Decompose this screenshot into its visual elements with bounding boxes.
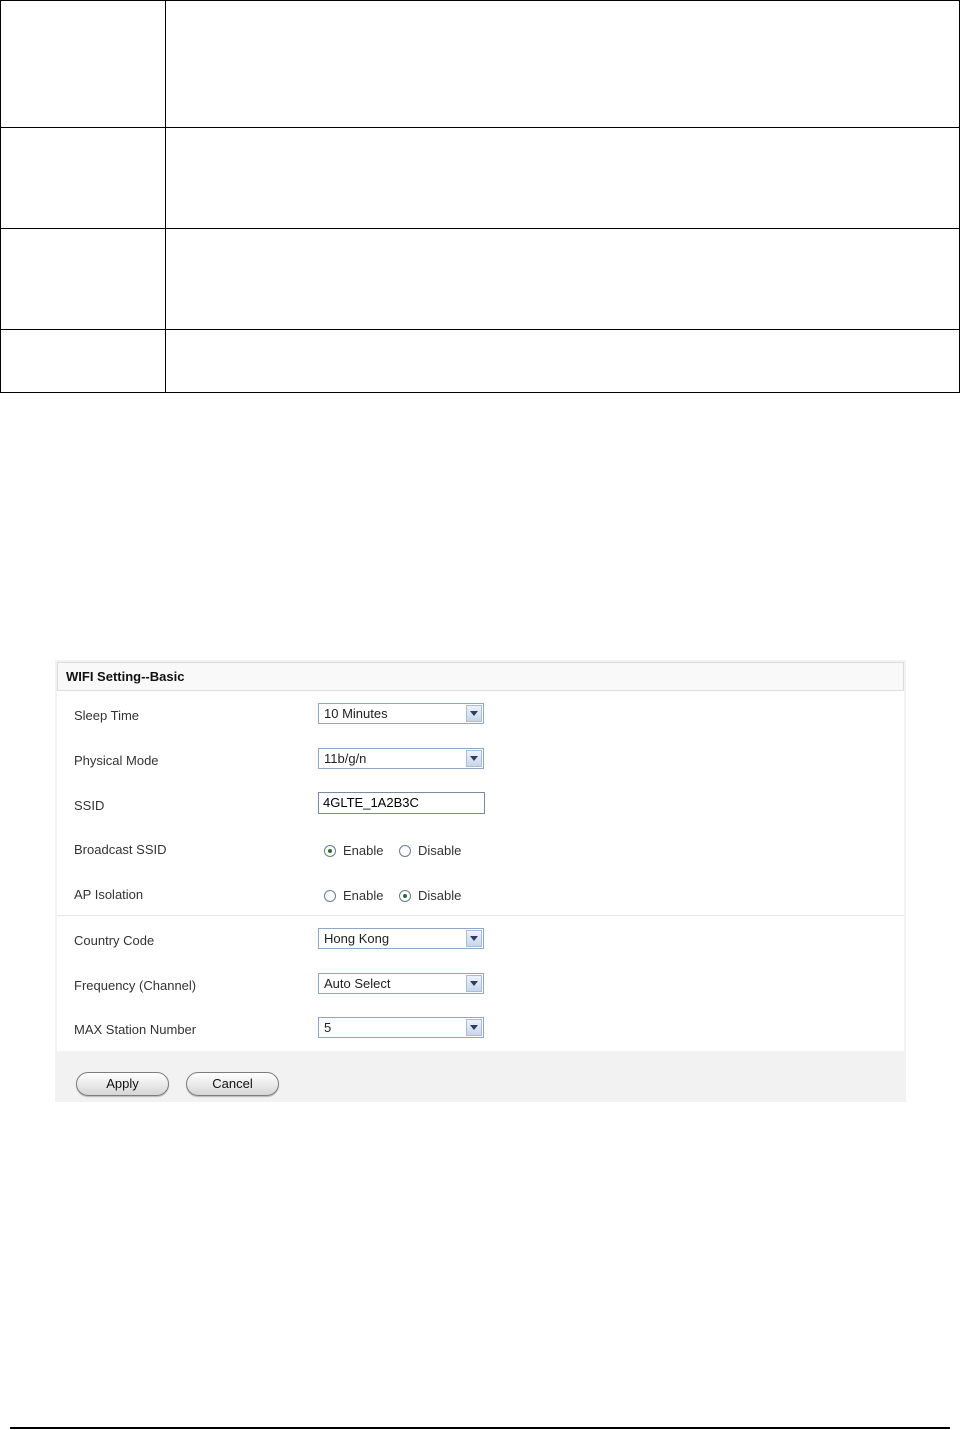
sleep-time-value: 10 Minutes (324, 706, 388, 721)
table-cell (165, 0, 960, 128)
chevron-down-icon[interactable] (466, 750, 482, 767)
wifi-settings-panel: WIFI Setting--Basic Sleep Time 10 Minute… (55, 660, 906, 1102)
radio-selected-icon[interactable] (399, 890, 411, 902)
radio-label: Enable (343, 888, 384, 903)
page-footer-rule (10, 1427, 950, 1429)
physical-mode-select[interactable]: 11b/g/n (318, 748, 484, 769)
ap-isolation-label: AP Isolation (74, 887, 144, 902)
broadcast-ssid-disable[interactable]: Disable (399, 843, 461, 858)
table-cell (0, 228, 166, 330)
ssid-input[interactable]: 4GLTE_1A2B3C (318, 792, 485, 814)
table-cell (0, 0, 166, 128)
table-cell (165, 127, 960, 229)
table-row (0, 127, 960, 229)
panel-body: Sleep Time 10 Minutes Physical Mode 11b/… (57, 691, 904, 1051)
table-row (0, 0, 960, 128)
ap-isolation-disable[interactable]: Disable (399, 888, 461, 903)
table-cell (0, 329, 166, 393)
section-divider (57, 915, 904, 916)
radio-unselected-icon[interactable] (399, 845, 411, 857)
table-row (0, 329, 960, 393)
country-code-select[interactable]: Hong Kong (318, 928, 484, 949)
frequency-select[interactable]: Auto Select (318, 973, 484, 994)
physical-mode-label: Physical Mode (74, 753, 159, 768)
table-cell (165, 228, 960, 330)
ssid-label: SSID (74, 798, 105, 813)
radio-label: Enable (343, 843, 384, 858)
broadcast-ssid-label: Broadcast SSID (74, 842, 167, 857)
frequency-value: Auto Select (324, 976, 391, 991)
country-code-label: Country Code (74, 933, 155, 948)
ap-isolation-enable[interactable]: Enable (324, 888, 383, 903)
broadcast-ssid-enable[interactable]: Enable (324, 843, 383, 858)
chevron-down-icon[interactable] (466, 1019, 482, 1036)
chevron-down-icon[interactable] (466, 705, 482, 722)
country-code-value: Hong Kong (324, 931, 390, 946)
max-station-label: MAX Station Number (74, 1022, 197, 1037)
panel-title: WIFI Setting--Basic (57, 662, 904, 691)
sleep-time-select[interactable]: 10 Minutes (318, 703, 484, 724)
radio-unselected-icon[interactable] (324, 890, 336, 902)
chevron-down-icon[interactable] (466, 930, 482, 947)
table-cell (0, 127, 166, 229)
radio-label: Disable (418, 843, 462, 858)
sleep-time-label: Sleep Time (74, 708, 140, 723)
table-row (0, 228, 960, 330)
radio-label: Disable (418, 888, 462, 903)
max-station-select[interactable]: 5 (318, 1017, 484, 1038)
apply-button[interactable]: Apply (76, 1072, 169, 1096)
table-cell (165, 329, 960, 393)
physical-mode-value: 11b/g/n (324, 751, 367, 766)
document-table (0, 0, 960, 393)
radio-selected-icon[interactable] (324, 845, 336, 857)
max-station-value: 5 (324, 1020, 332, 1035)
chevron-down-icon[interactable] (466, 975, 482, 992)
cancel-button[interactable]: Cancel (186, 1072, 279, 1096)
frequency-label: Frequency (Channel) (74, 978, 197, 993)
